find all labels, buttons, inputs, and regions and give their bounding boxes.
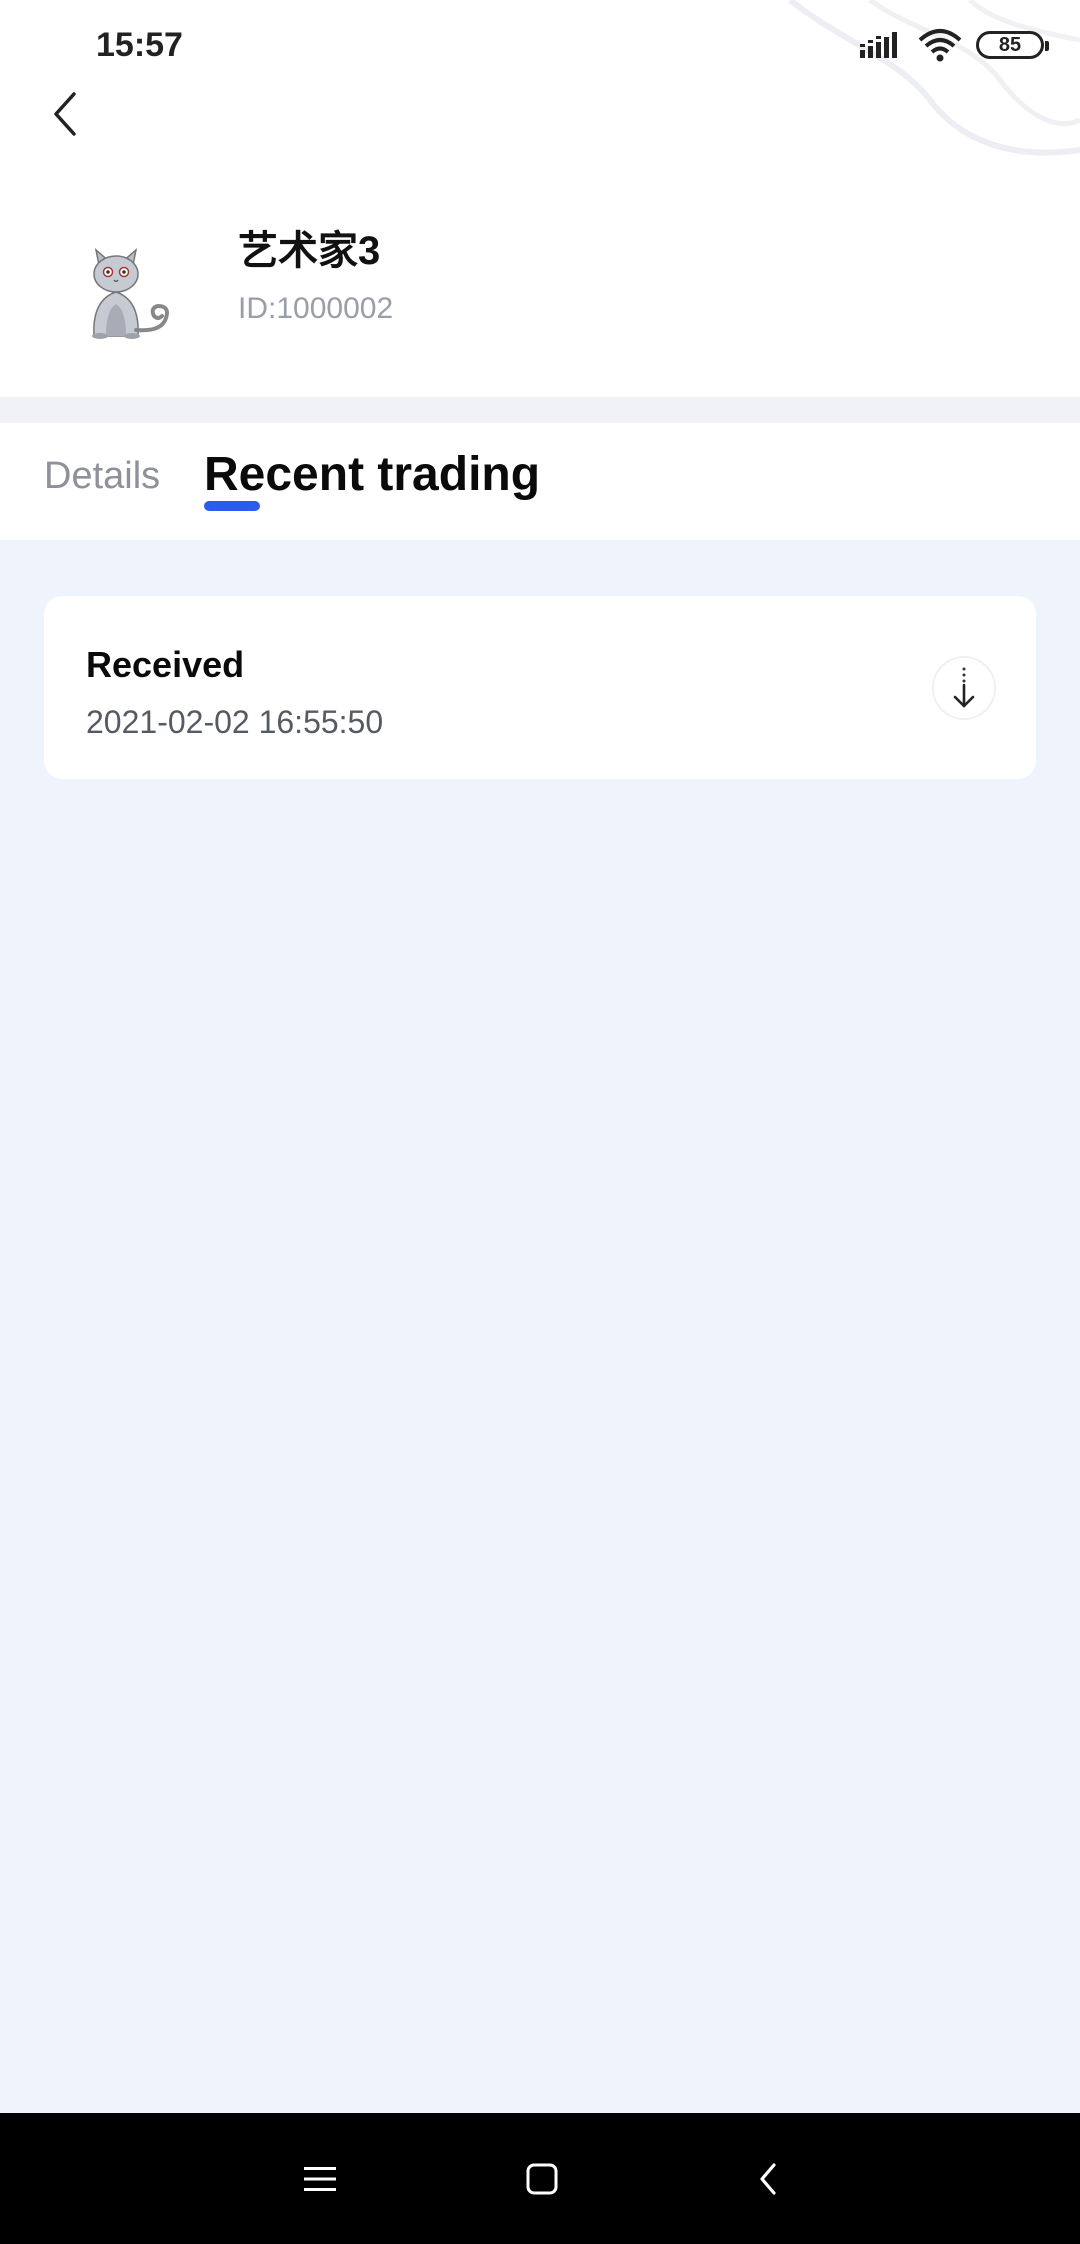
wifi-icon	[918, 29, 962, 62]
tab-details[interactable]: Details	[44, 455, 160, 498]
section-divider	[0, 397, 1080, 423]
tab-recent-trading[interactable]: Recent trading	[204, 447, 540, 502]
cat-avatar	[92, 248, 169, 339]
trade-detail-button[interactable]	[932, 656, 996, 720]
profile-id: ID:1000002	[238, 292, 394, 325]
system-nav-bar	[0, 2113, 1080, 2244]
nav-back-button[interactable]	[738, 2149, 798, 2209]
profile-name: 艺术家3	[238, 229, 381, 273]
back-chevron-icon	[54, 92, 76, 136]
signal-icon	[860, 32, 897, 58]
status-time: 15:57	[96, 26, 183, 64]
tab-bar: Details Recent trading	[0, 423, 1080, 540]
nav-home-button[interactable]	[512, 2149, 572, 2209]
trade-status: Received	[86, 644, 245, 685]
arrow-down-icon	[953, 667, 975, 708]
active-tab-indicator	[204, 501, 260, 511]
header-area: 15:57 85 艺术家3 ID:1000002	[0, 0, 1080, 397]
trade-card[interactable]: Received 2021-02-02 16:55:50	[44, 596, 1036, 779]
trade-timestamp: 2021-02-02 16:55:50	[86, 704, 384, 740]
battery-icon: 85	[976, 31, 1049, 59]
menu-icon	[304, 2167, 336, 2191]
nav-menu-button[interactable]	[290, 2149, 350, 2209]
back-triangle-icon	[760, 2163, 776, 2195]
back-button[interactable]	[40, 84, 90, 144]
status-icons: 85	[860, 24, 1049, 66]
home-square-icon	[526, 2163, 558, 2195]
trade-list: Received 2021-02-02 16:55:50	[0, 540, 1080, 2113]
